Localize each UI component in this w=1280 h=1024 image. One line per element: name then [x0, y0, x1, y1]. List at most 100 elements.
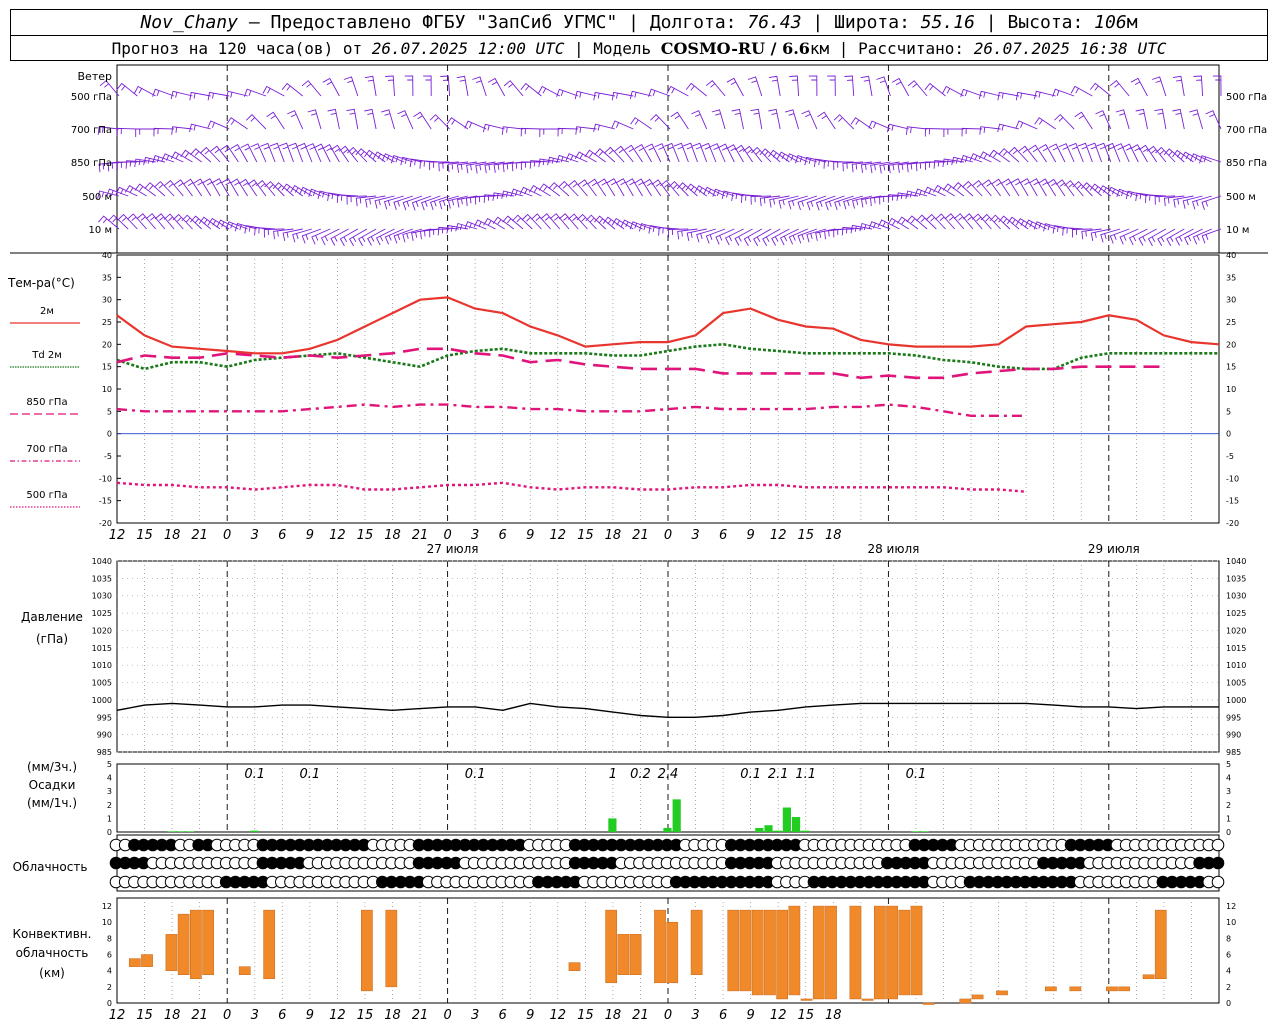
precip-amount-label: 1.1	[795, 767, 816, 782]
wind-barb	[989, 214, 1011, 230]
temp-series-line	[116, 481, 1027, 493]
precip-bar	[764, 825, 773, 832]
convective-bar	[605, 909, 618, 984]
precip-title: Осадки	[29, 778, 76, 792]
conv-tick-right: 4	[1226, 967, 1231, 976]
wind-barb	[1193, 75, 1204, 97]
wind-barb	[789, 75, 800, 97]
prec-tick-left: 5	[107, 760, 112, 769]
pres-tick-right: 1025	[1226, 609, 1246, 618]
precip-bar	[250, 830, 259, 832]
conv-tick-left: 10	[102, 918, 112, 927]
wind-barb	[1080, 182, 1102, 197]
temp-legend-label: 700 гПа	[26, 444, 67, 455]
wind-barb	[189, 91, 211, 101]
hour-label-bottom: 12	[770, 1008, 787, 1023]
convective-bar	[776, 909, 789, 1000]
wind-barb	[753, 228, 772, 247]
convective-bar	[727, 909, 740, 992]
wind-barb	[896, 192, 919, 201]
wind-barb	[207, 120, 230, 130]
wind-barb	[1163, 148, 1185, 163]
wind-barb	[385, 75, 395, 97]
convective-bar	[128, 958, 141, 967]
wind-panel	[97, 75, 1222, 247]
convective-bar	[666, 921, 679, 984]
convective-bar	[263, 909, 276, 980]
precip-amount-label: 0.1	[244, 767, 265, 782]
pres-tick-right: 1035	[1226, 574, 1246, 583]
wind-barb	[574, 90, 597, 100]
hour-label-bottom: 15	[797, 1008, 814, 1023]
wind-barb	[1155, 146, 1176, 163]
wind-barb	[557, 127, 579, 137]
hour-label: 21	[191, 528, 208, 543]
wind-barb	[1046, 178, 1066, 197]
precip-bar	[672, 799, 681, 832]
wind-barb	[650, 114, 671, 130]
wind-barb	[997, 91, 1020, 101]
hour-label: 18	[384, 528, 401, 543]
convective-bar	[898, 909, 911, 996]
hour-label: 12	[550, 528, 567, 543]
wind-barb	[731, 108, 744, 130]
precip-panel	[167, 799, 929, 832]
wind-barb	[260, 142, 276, 163]
wind-barb	[330, 144, 349, 163]
wind-barb	[915, 161, 937, 172]
conv-tick-left: 2	[107, 983, 112, 992]
wind-barb	[170, 90, 193, 100]
hour-label-bottom: 12	[109, 1008, 126, 1023]
wind-barb	[492, 192, 514, 201]
temp-legend-label: Td 2м	[31, 350, 62, 361]
pres-tick-left: 1020	[92, 626, 112, 635]
hour-label: 18	[164, 528, 181, 543]
hour-label-bottom: 0	[223, 1008, 231, 1023]
wind-level-label-left: 850 гПа	[71, 158, 112, 169]
wind-barb	[978, 90, 1001, 100]
wind-barb	[593, 91, 615, 101]
wind-barb	[668, 180, 689, 197]
wind-barb	[751, 146, 772, 163]
precip-bar	[801, 830, 810, 832]
conv-tick-left: 6	[107, 951, 112, 960]
conv-tick-right: 6	[1226, 951, 1231, 960]
meteogram: Ветер 500 гПа 500 гПа 700 гПа 700 гПа 850 гПа…	[7, 64, 1268, 1023]
convective-bar	[922, 1002, 935, 1005]
wind-barb	[594, 148, 616, 163]
temp-legend-label: 850 гПа	[26, 397, 67, 408]
hour-label: 21	[632, 528, 649, 543]
convective-bar	[617, 934, 630, 975]
wind-barb	[348, 228, 368, 247]
wind-barb	[281, 82, 303, 97]
temp-series-line	[116, 403, 1027, 417]
hour-label-bottom: 3	[251, 1008, 259, 1023]
wind-barb	[642, 178, 662, 197]
wind-barb	[844, 75, 855, 97]
wind-barb	[207, 91, 230, 101]
precip-amount-label: 0.1	[740, 767, 761, 782]
convective-bar	[1154, 909, 1167, 980]
wind-barb	[487, 77, 506, 97]
wind-barb	[472, 76, 487, 97]
date-label: 28 июля	[867, 542, 919, 556]
temp-tick-left: 20	[102, 340, 112, 349]
wind-barb	[367, 228, 386, 246]
wind-barb	[456, 75, 469, 97]
wind-barb	[952, 182, 974, 197]
wind-barb	[979, 126, 1001, 135]
wind-barb	[503, 80, 524, 97]
hour-label-bottom: 12	[329, 1008, 346, 1023]
wind-barb	[717, 143, 735, 163]
hour-label: 12	[109, 528, 126, 543]
precip-amount-label: 1	[609, 767, 617, 782]
convective-bar	[141, 954, 153, 967]
wind-barb	[808, 75, 818, 97]
wind-barb	[1199, 155, 1222, 164]
precip-amount-label: 0.1	[465, 767, 486, 782]
hour-label: 0	[664, 528, 672, 543]
pressure-title: Давление	[21, 610, 83, 624]
prec-tick-right: 2	[1226, 801, 1231, 810]
wind-barb	[1089, 82, 1112, 97]
wind-barb	[1172, 108, 1185, 130]
